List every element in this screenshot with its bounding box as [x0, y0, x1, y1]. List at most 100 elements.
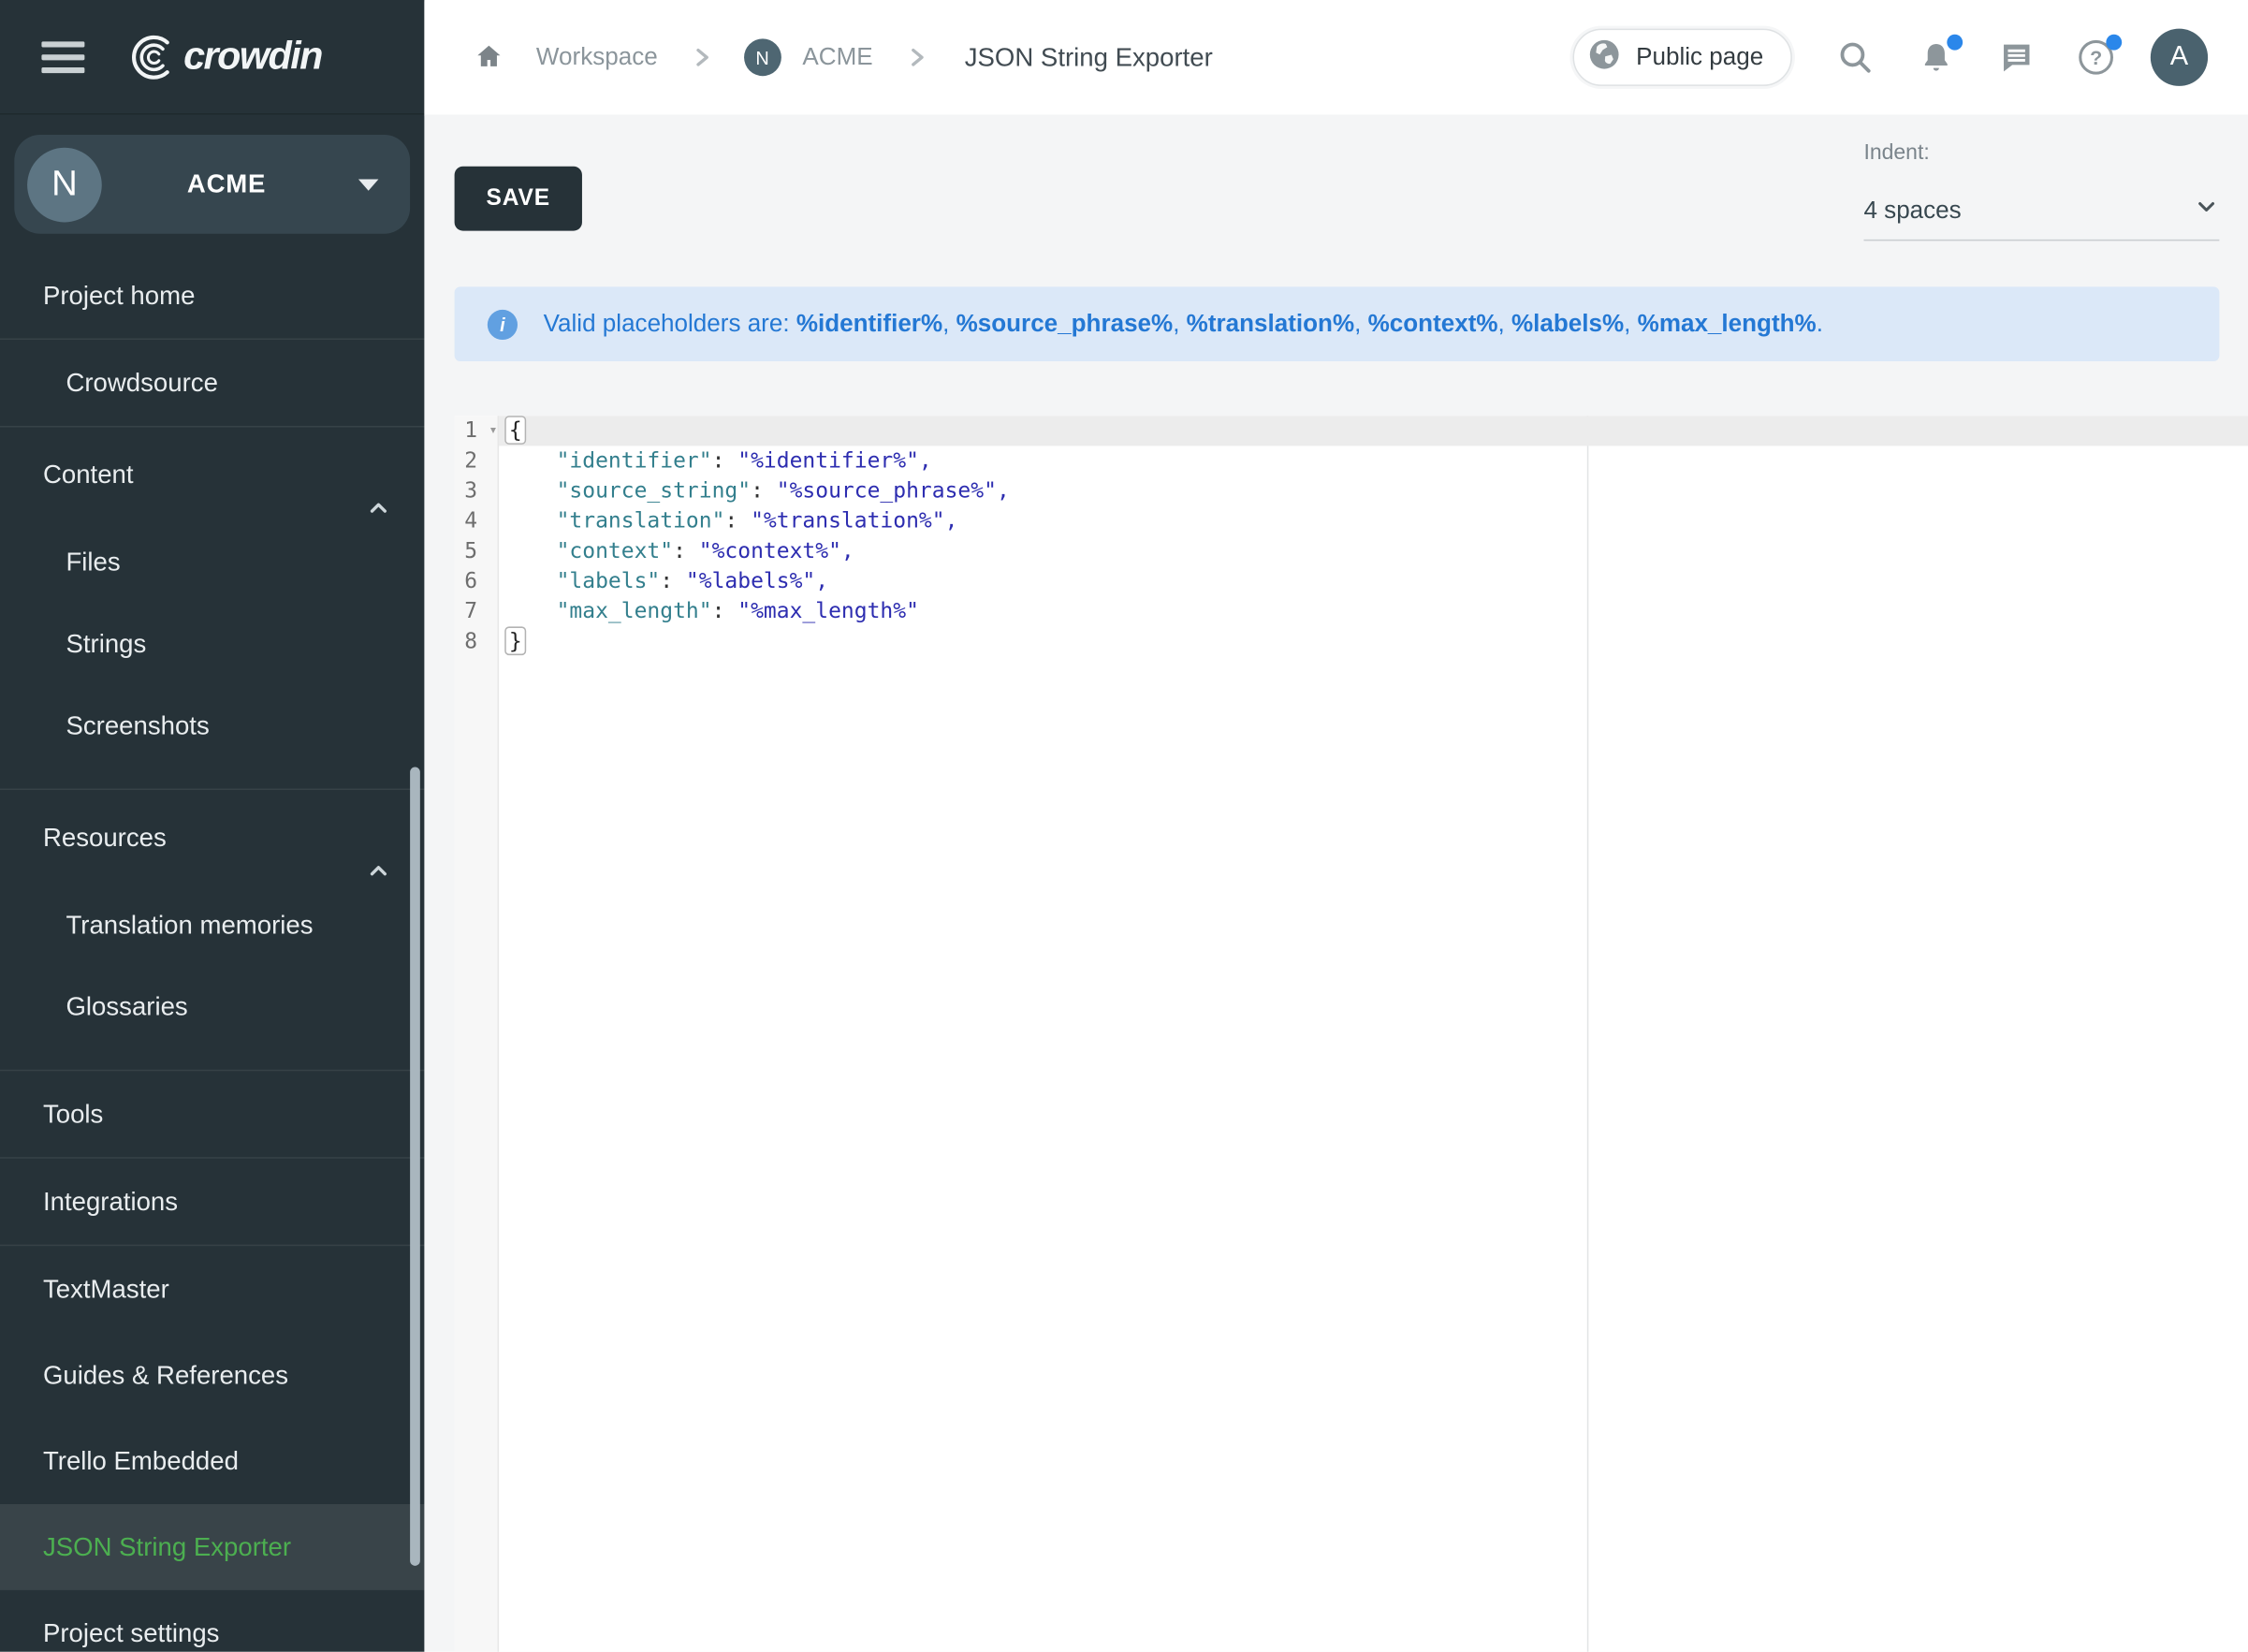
sidebar-section-toggle-resources[interactable]: Resources	[0, 790, 424, 884]
crowdin-swirl-icon	[124, 31, 176, 82]
template-code-editor: 1▾2345678 { "identifier": "%identifier%"…	[455, 416, 2248, 1651]
home-icon[interactable]	[474, 41, 505, 73]
sidebar-item-integrations[interactable]: Integrations	[0, 1159, 424, 1245]
sidebar-item-strings[interactable]: Strings	[0, 604, 424, 685]
section-label: Resources	[43, 823, 167, 852]
notifications-bell-icon[interactable]	[1919, 39, 1954, 75]
code-token	[504, 447, 556, 474]
line-number: 2	[455, 446, 498, 475]
line-number: 3	[455, 476, 498, 506]
sidebar-scrollbar-thumb[interactable]	[410, 768, 420, 1566]
sidebar: crowdin N ACME Project homeCrowdsource Co…	[0, 0, 424, 1652]
public-page-label: Public page	[1636, 43, 1763, 72]
fold-arrow-icon[interactable]: ▾	[489, 416, 497, 446]
sidebar-item-translation-memories[interactable]: Translation memories	[0, 884, 424, 966]
code-token: :	[712, 598, 738, 624]
messages-icon[interactable]	[1998, 39, 2034, 75]
chevron-up-icon	[367, 463, 390, 558]
chevron-down-icon	[2194, 194, 2220, 227]
line-number: 8	[455, 626, 498, 656]
sidebar-item-project-settings[interactable]: Project settings	[0, 1590, 424, 1652]
chevron-right-icon	[907, 44, 927, 70]
code-token: }	[504, 626, 526, 655]
menu-hamburger-icon[interactable]	[41, 34, 84, 80]
code-token	[504, 598, 556, 624]
sidebar-item-screenshots[interactable]: Screenshots	[0, 685, 424, 767]
help-icon[interactable]: ?	[2079, 40, 2113, 75]
code-line-1: {	[499, 416, 2248, 446]
banner-text: Valid placeholders are: %identifier%, %s…	[544, 310, 1823, 339]
sidebar-item-files[interactable]: Files	[0, 522, 424, 604]
code-line-6: "labels": "%labels%",	[499, 566, 2248, 596]
sidebar-item-project-home[interactable]: Project home	[0, 253, 424, 339]
code-line-2: "identifier": "%identifier%",	[499, 446, 2248, 475]
section-label: Content	[43, 461, 134, 490]
code-token	[504, 568, 556, 594]
public-page-button[interactable]: Public page	[1573, 29, 1792, 86]
sidebar-item-textmaster[interactable]: TextMaster	[0, 1246, 424, 1332]
crowdin-wordmark: crowdin	[183, 35, 322, 79]
globe-icon	[1587, 37, 1622, 78]
code-token: "%max_length%"	[737, 598, 919, 624]
crowdin-app: crowdin N ACME Project homeCrowdsource Co…	[0, 0, 2248, 1652]
placeholder-token: %labels%	[1511, 310, 1624, 337]
project-name: ACME	[115, 169, 339, 199]
code-token	[504, 537, 556, 563]
save-button[interactable]: SAVE	[455, 167, 582, 231]
search-icon[interactable]	[1836, 38, 1874, 76]
placeholder-token: %identifier%	[796, 310, 942, 337]
indent-select[interactable]: 4 spaces	[1863, 181, 2219, 241]
placeholder-token: %translation%	[1187, 310, 1354, 337]
sidebar-logo-row: crowdin	[0, 0, 424, 115]
placeholder-token: %source_phrase%	[956, 310, 1174, 337]
page-title: JSON String Exporter	[965, 42, 1213, 72]
placeholder-token: %max_length%	[1638, 310, 1817, 337]
code-line-3: "source_string": "%source_phrase%",	[499, 476, 2248, 506]
code-token: "identifier"	[557, 447, 712, 474]
sidebar-section-toggle-content[interactable]: Content	[0, 428, 424, 522]
code-token: "%identifier%",	[737, 447, 932, 474]
code-token: {	[504, 416, 526, 445]
topbar-actions: Public page	[1573, 29, 2208, 86]
placeholder-token: %context%	[1368, 310, 1498, 337]
code-token: "source_string"	[557, 477, 752, 504]
code-line-5: "context": "%context%",	[499, 536, 2248, 566]
breadcrumb-project[interactable]: ACME	[802, 43, 872, 72]
code-token: :	[660, 568, 686, 594]
help-notification-dot	[2106, 35, 2122, 51]
line-number: 5	[455, 536, 498, 566]
line-number: 4	[455, 506, 498, 536]
crowdin-logo[interactable]: crowdin	[124, 31, 322, 82]
code-token: :	[673, 537, 699, 563]
code-line-8: }	[499, 626, 2248, 656]
code-token: "labels"	[557, 568, 661, 594]
code-token: "%labels%",	[686, 568, 828, 594]
breadcrumb-project-avatar: N	[744, 38, 781, 76]
indent-value: 4 spaces	[1863, 196, 1961, 225]
line-number: 1▾	[455, 416, 498, 446]
code-line-4: "translation": "%translation%",	[499, 506, 2248, 536]
line-number: 6	[455, 566, 498, 596]
sidebar-section-resources: Resources Translation memoriesGlossaries	[0, 790, 424, 1070]
code-token: "%context%",	[699, 537, 854, 563]
code-line-7: "max_length": "%max_length%"	[499, 596, 2248, 626]
sidebar-item-trello-embedded[interactable]: Trello Embedded	[0, 1418, 424, 1504]
chevron-up-icon	[367, 826, 390, 920]
sidebar-item-glossaries[interactable]: Glossaries	[0, 966, 424, 1047]
notification-dot	[1947, 34, 1963, 50]
editor-code-area[interactable]: { "identifier": "%identifier%", "source_…	[499, 416, 2248, 1651]
breadcrumb-workspace[interactable]: Workspace	[536, 43, 658, 72]
sidebar-item-tools[interactable]: Tools	[0, 1071, 424, 1157]
sidebar-item-guides-references[interactable]: Guides & References	[0, 1332, 424, 1418]
placeholders-info-banner: i Valid placeholders are: %identifier%, …	[455, 286, 2220, 361]
user-avatar[interactable]: A	[2151, 29, 2208, 86]
indent-label: Indent:	[1863, 140, 2219, 165]
project-avatar: N	[27, 147, 102, 222]
sidebar-item-json-string-exporter[interactable]: JSON String Exporter	[0, 1504, 424, 1590]
indent-control: Indent: 4 spaces	[1863, 140, 2219, 241]
code-token: "context"	[557, 537, 674, 563]
project-switcher[interactable]: N ACME	[14, 135, 410, 234]
sidebar-item-crowdsource[interactable]: Crowdsource	[0, 340, 424, 426]
sidebar-nav: Project homeCrowdsource Content FilesStrin…	[0, 253, 424, 1652]
code-token: :	[712, 447, 738, 474]
